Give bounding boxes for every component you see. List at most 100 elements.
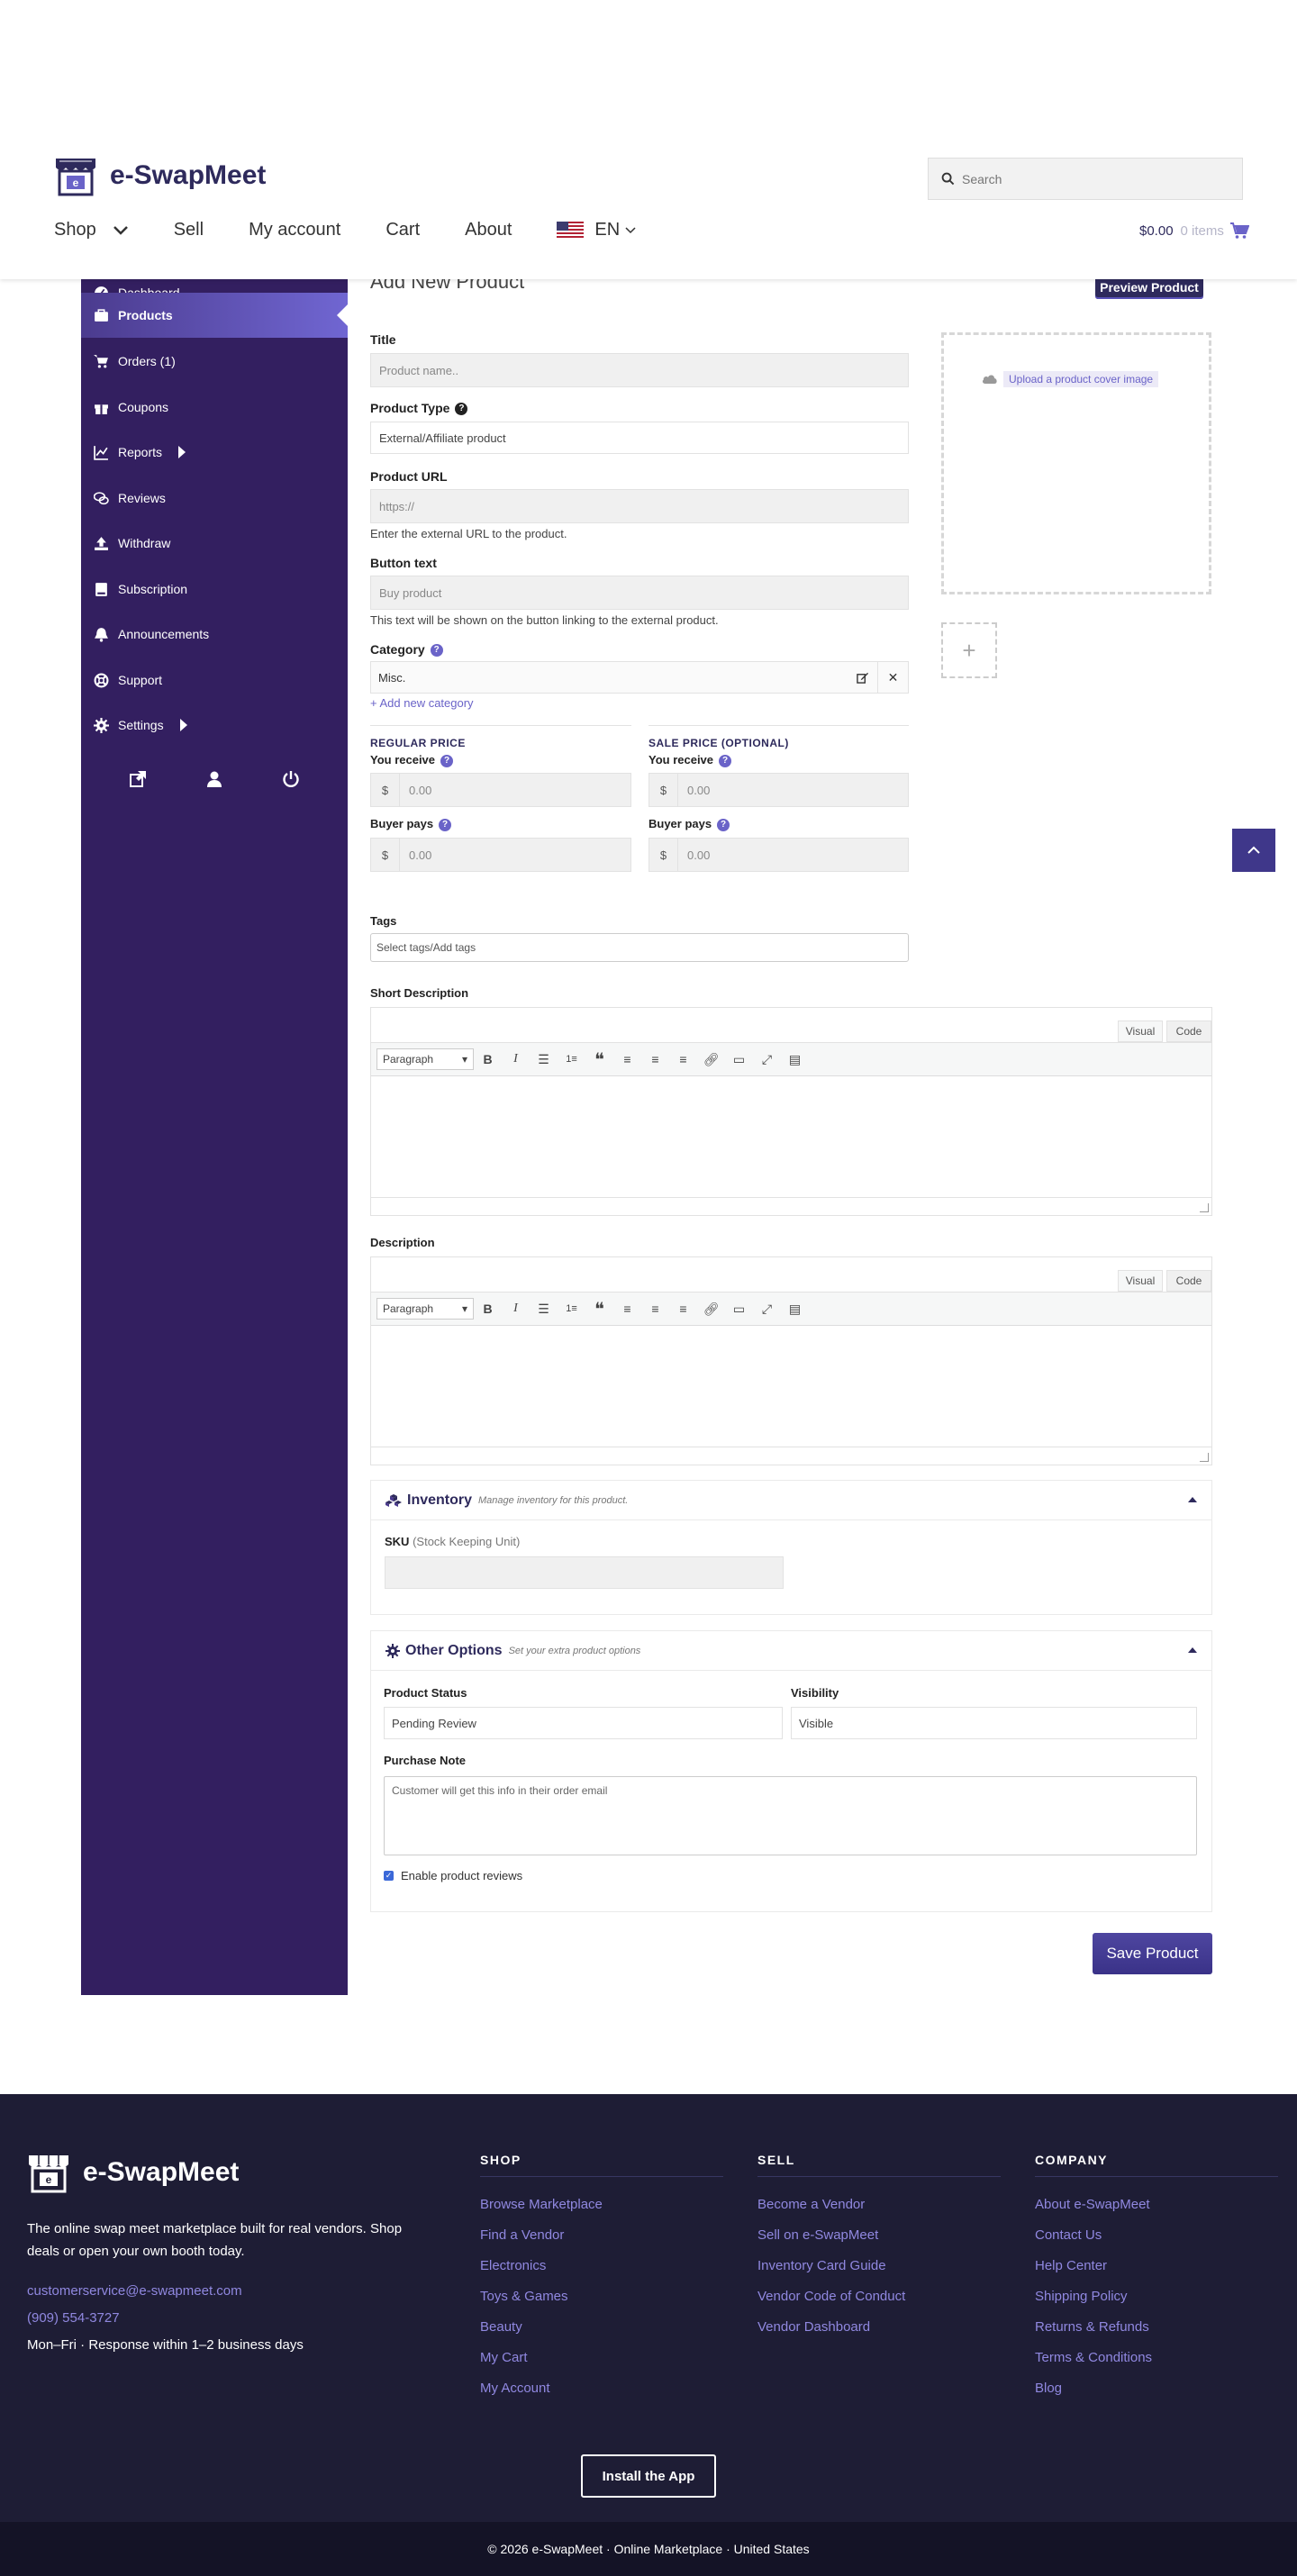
user-icon[interactable] — [205, 770, 223, 788]
search-input[interactable] — [962, 171, 1232, 186]
nav-sell[interactable]: Sell — [174, 220, 204, 240]
format-select[interactable]: Paragraph ▾ — [376, 1048, 474, 1070]
align-left-icon[interactable]: ≡ — [613, 1295, 641, 1322]
edit-icon[interactable] — [847, 662, 877, 693]
language-selector[interactable]: EN — [557, 220, 636, 240]
sidebar-item-products[interactable]: Products — [81, 293, 348, 338]
help-icon[interactable]: ? — [430, 644, 443, 658]
footer-link[interactable]: Sell on e-SwapMeet — [757, 2227, 1001, 2244]
product-status-select[interactable]: Pending Review — [384, 1707, 783, 1739]
save-product-button[interactable]: Save Product — [1093, 1933, 1212, 1974]
sale-you-receive-input[interactable]: $ 0.00 — [648, 773, 909, 807]
external-link-icon[interactable] — [129, 770, 147, 788]
nav-about[interactable]: About — [465, 220, 512, 240]
enable-reviews-row[interactable]: ✓ Enable product reviews — [384, 1869, 522, 1882]
italic-icon[interactable]: I — [502, 1295, 530, 1322]
fullscreen-icon[interactable]: ⤢ — [753, 1046, 781, 1073]
help-icon[interactable]: ? — [717, 818, 730, 831]
help-icon[interactable]: ? — [440, 754, 454, 767]
read-more-icon[interactable]: ▭ — [725, 1046, 753, 1073]
sidebar-item-subscription[interactable]: Subscription — [81, 567, 348, 612]
footer-link[interactable]: Browse Marketplace — [480, 2197, 723, 2213]
numbered-list-icon[interactable]: 1≡ — [558, 1295, 585, 1322]
add-gallery-image-button[interactable]: + — [941, 622, 997, 678]
inventory-panel-header[interactable]: Inventory Manage inventory for this prod… — [371, 1481, 1211, 1520]
fullscreen-icon[interactable]: ⤢ — [753, 1295, 781, 1322]
footer-link[interactable]: Contact Us — [1035, 2227, 1278, 2244]
footer-phone-link[interactable]: (909) 554-3727 — [27, 2310, 120, 2326]
power-icon[interactable] — [282, 770, 300, 788]
link-icon[interactable]: 🔗︎ — [697, 1046, 725, 1073]
numbered-list-icon[interactable]: 1≡ — [558, 1046, 585, 1073]
footer-link[interactable]: Inventory Card Guide — [757, 2258, 1001, 2274]
align-right-icon[interactable]: ≡ — [669, 1295, 697, 1322]
footer-link[interactable]: Blog — [1035, 2381, 1278, 2397]
toolbar-toggle-icon[interactable]: ▤ — [781, 1046, 809, 1073]
footer-link[interactable]: Electronics — [480, 2258, 723, 2274]
bold-icon[interactable]: B — [474, 1295, 502, 1322]
product-type-select[interactable]: External/Affiliate product — [370, 422, 909, 454]
regular-you-receive-input[interactable]: $ 0.00 — [370, 773, 631, 807]
link-icon[interactable]: 🔗︎ — [697, 1295, 725, 1322]
regular-buyer-pays-input[interactable]: $ 0.00 — [370, 838, 631, 872]
read-more-icon[interactable]: ▭ — [725, 1295, 753, 1322]
help-icon[interactable]: ? — [455, 403, 468, 416]
sidebar-item-withdraw[interactable]: Withdraw — [81, 521, 348, 566]
footer-link[interactable]: Vendor Dashboard — [757, 2319, 1001, 2336]
align-left-icon[interactable]: ≡ — [613, 1046, 641, 1073]
title-input[interactable]: Product name.. — [370, 353, 909, 387]
bold-icon[interactable]: B — [474, 1046, 502, 1073]
sidebar-item-support[interactable]: Support — [81, 658, 348, 703]
bullet-list-icon[interactable]: ☰ — [530, 1295, 558, 1322]
sku-input[interactable] — [385, 1556, 784, 1589]
footer-link[interactable]: Find a Vendor — [480, 2227, 723, 2244]
bullet-list-icon[interactable]: ☰ — [530, 1046, 558, 1073]
other-options-panel-header[interactable]: Other Options Set your extra product opt… — [371, 1631, 1211, 1671]
toolbar-toggle-icon[interactable]: ▤ — [781, 1295, 809, 1322]
visual-tab[interactable]: Visual — [1118, 1270, 1163, 1292]
footer-link[interactable]: Shipping Policy — [1035, 2289, 1278, 2305]
sidebar-item-reviews[interactable]: Reviews — [81, 476, 348, 521]
back-to-top-button[interactable] — [1232, 829, 1275, 872]
footer-link[interactable]: Returns & Refunds — [1035, 2319, 1278, 2336]
footer-link[interactable]: My Account — [480, 2381, 723, 2397]
collapse-caret-icon[interactable] — [1188, 1647, 1197, 1653]
collapse-caret-icon[interactable] — [1188, 1497, 1197, 1502]
upload-cover-button[interactable]: Upload a product cover image — [982, 371, 1166, 387]
product-url-input[interactable]: https:// — [370, 489, 909, 523]
tags-input[interactable]: Select tags/Add tags — [370, 933, 909, 962]
nav-my-account[interactable]: My account — [249, 220, 340, 240]
footer-email-link[interactable]: customerservice@e-swapmeet.com — [27, 2283, 242, 2299]
footer-link[interactable]: Terms & Conditions — [1035, 2350, 1278, 2366]
button-text-input[interactable]: Buy product — [370, 576, 909, 610]
blockquote-icon[interactable]: ❝ — [585, 1046, 613, 1073]
code-tab[interactable]: Code — [1166, 1270, 1211, 1292]
footer-link[interactable]: Beauty — [480, 2319, 723, 2336]
sidebar-item-coupons[interactable]: Coupons — [81, 385, 348, 430]
enable-reviews-checkbox[interactable]: ✓ — [384, 1871, 394, 1881]
visibility-select[interactable]: Visible — [791, 1707, 1197, 1739]
footer-link[interactable]: About e-SwapMeet — [1035, 2197, 1278, 2213]
sidebar-item-reports[interactable]: Reports — [81, 430, 348, 475]
footer-link[interactable]: Toys & Games — [480, 2289, 723, 2305]
format-select[interactable]: Paragraph ▾ — [376, 1298, 474, 1320]
resize-handle[interactable] — [1200, 1203, 1209, 1212]
footer-link[interactable]: Become a Vendor — [757, 2197, 1001, 2213]
nav-cart[interactable]: Cart — [385, 220, 420, 240]
visual-tab[interactable]: Visual — [1118, 1020, 1163, 1042]
italic-icon[interactable]: I — [502, 1046, 530, 1073]
purchase-note-textarea[interactable]: Customer will get this info in their ord… — [384, 1776, 1197, 1855]
footer-link[interactable]: Help Center — [1035, 2258, 1278, 2274]
add-category-link[interactable]: + Add new category — [370, 696, 474, 710]
install-app-button[interactable]: Install the App — [581, 2454, 716, 2498]
code-tab[interactable]: Code — [1166, 1020, 1211, 1042]
editor-content-area[interactable] — [371, 1326, 1211, 1447]
align-right-icon[interactable]: ≡ — [669, 1046, 697, 1073]
sale-buyer-pays-input[interactable]: $ 0.00 — [648, 838, 909, 872]
category-select[interactable]: Misc. ✕ — [370, 661, 909, 694]
sidebar-item-announcements[interactable]: Announcements — [81, 612, 348, 657]
help-icon[interactable]: ? — [719, 754, 732, 767]
editor-content-area[interactable] — [371, 1076, 1211, 1197]
brand-logo[interactable]: e e-SwapMeet — [54, 153, 266, 198]
chevron-down-icon[interactable] — [113, 225, 129, 236]
